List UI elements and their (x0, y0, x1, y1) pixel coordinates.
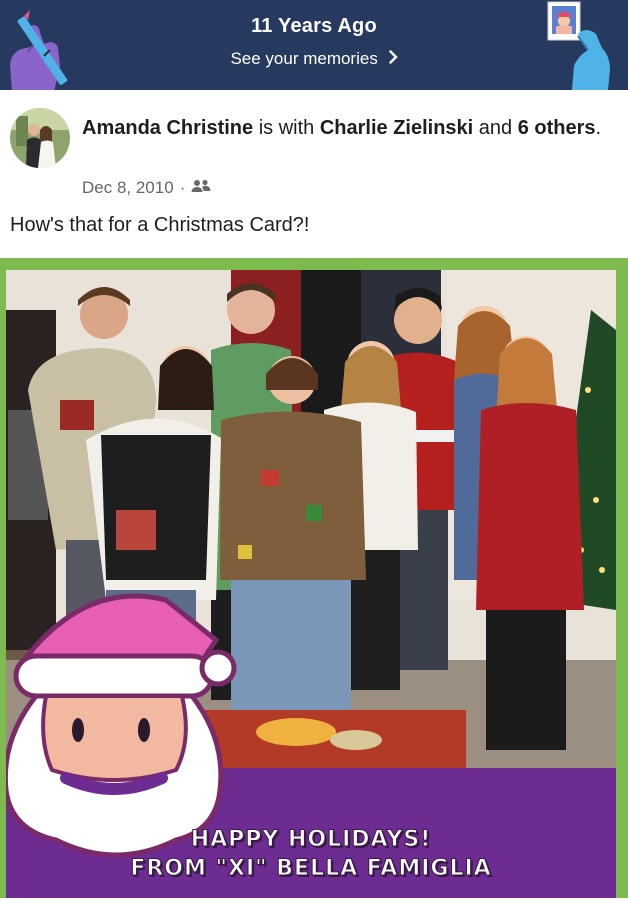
post-meta: Dec 8, 2010 · (82, 178, 211, 198)
photo-content: HAPPY HOLIDAYS! FROM "XI" BELLA FAMIGLIA (2, 270, 616, 898)
author-name[interactable]: Amanda Christine (82, 117, 253, 139)
and-text: and (473, 117, 518, 139)
with-text: is with (253, 117, 320, 139)
post-caption: How's that for a Christmas Card?! (10, 214, 310, 236)
friends-icon[interactable] (191, 178, 211, 198)
hand-holding-photo-icon (547, 1, 610, 90)
chevron-right-icon (388, 49, 398, 69)
see-memories-label: See your memories (230, 49, 378, 68)
greeting-line-1: HAPPY HOLIDAYS! (190, 827, 432, 853)
see-memories-link[interactable]: See your memories (0, 49, 628, 69)
post-photo[interactable]: HAPPY HOLIDAYS! FROM "XI" BELLA FAMIGLIA (0, 258, 628, 898)
holiday-greeting: HAPPY HOLIDAYS! FROM "XI" BELLA FAMIGLIA (6, 825, 616, 883)
greeting-line-2: FROM "XI" BELLA FAMIGLIA (130, 856, 492, 882)
avatar[interactable] (10, 108, 70, 168)
meta-separator: · (179, 178, 186, 197)
group-photo-illustration (2, 270, 616, 898)
memories-banner[interactable]: 11 Years Ago See your memories (0, 0, 628, 90)
post-date[interactable]: Dec 8, 2010 (82, 178, 174, 198)
tagged-others[interactable]: 6 others (518, 117, 596, 139)
post-author-line: Amanda Christine is with Charlie Zielins… (82, 114, 602, 143)
tagged-person[interactable]: Charlie Zielinski (320, 117, 473, 139)
memories-title: 11 Years Ago (251, 15, 377, 37)
end-punct: . (595, 117, 602, 139)
post-header: Amanda Christine is with Charlie Zielins… (0, 90, 628, 258)
